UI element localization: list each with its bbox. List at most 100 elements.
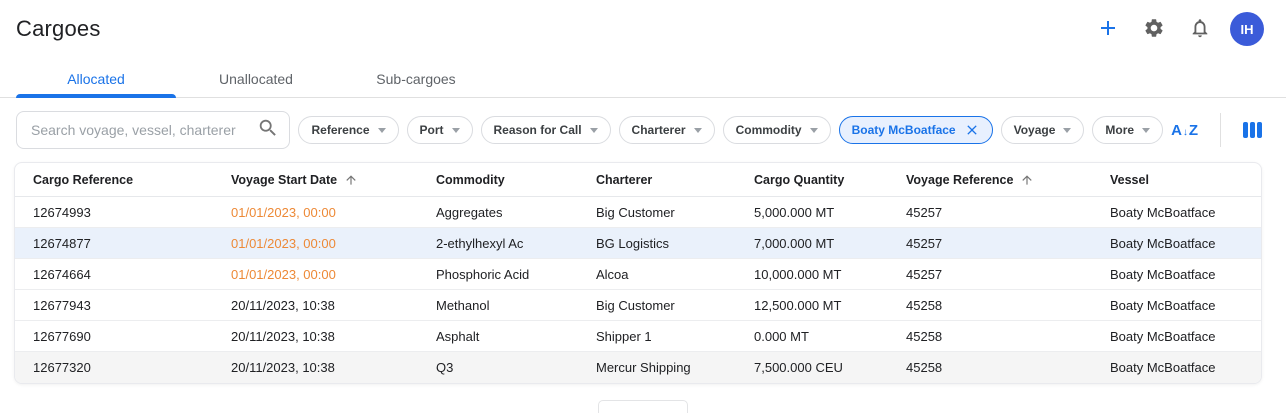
divider bbox=[1220, 113, 1221, 147]
cell-charterer: Big Customer bbox=[596, 205, 754, 220]
chevron-down-icon bbox=[452, 128, 460, 133]
column-header-voyage-start-date[interactable]: Voyage Start Date bbox=[231, 173, 436, 187]
table-row-selected[interactable]: 12674877 01/01/2023, 00:00 2-ethylhexyl … bbox=[15, 228, 1261, 259]
cell-vessel: Boaty McBoatface bbox=[1110, 236, 1261, 251]
load-more-button[interactable]: Load more bbox=[598, 400, 688, 413]
sort-arrow-down-icon: ↓ bbox=[1183, 128, 1188, 138]
tab-sub-cargoes[interactable]: Sub-cargoes bbox=[336, 61, 496, 97]
table-row[interactable]: 12677943 20/11/2023, 10:38 Methanol Big … bbox=[15, 290, 1261, 321]
filter-chip-label: Port bbox=[420, 123, 444, 137]
cell-voyage-start-date: 20/11/2023, 10:38 bbox=[231, 298, 436, 313]
column-header-vessel[interactable]: Vessel bbox=[1110, 173, 1261, 187]
cell-voyage-start-date: 01/01/2023, 00:00 bbox=[231, 205, 436, 220]
cell-cargo-quantity: 10,000.000 MT bbox=[754, 267, 906, 282]
app-bar: Cargoes IH bbox=[0, 0, 1286, 48]
filter-chip-voyage[interactable]: Voyage bbox=[1001, 116, 1085, 144]
cell-charterer: Shipper 1 bbox=[596, 329, 754, 344]
settings-button[interactable] bbox=[1138, 13, 1170, 45]
avatar[interactable]: IH bbox=[1230, 12, 1264, 46]
table-row[interactable]: 12674993 01/01/2023, 00:00 Aggregates Bi… bbox=[15, 197, 1261, 228]
cell-voyage-reference: 45257 bbox=[906, 205, 1110, 220]
cell-vessel: Boaty McBoatface bbox=[1110, 360, 1261, 375]
tab-bar: Allocated Unallocated Sub-cargoes bbox=[0, 61, 1286, 98]
cell-cargo-quantity: 5,000.000 MT bbox=[754, 205, 906, 220]
cell-voyage-reference: 45258 bbox=[906, 298, 1110, 313]
table-row[interactable]: 12677320 20/11/2023, 10:38 Q3 Mercur Shi… bbox=[15, 352, 1261, 383]
filter-chip-vessel-active[interactable]: Boaty McBoatface bbox=[839, 116, 993, 144]
cell-vessel: Boaty McBoatface bbox=[1110, 298, 1261, 313]
chevron-down-icon bbox=[590, 128, 598, 133]
cell-charterer: BG Logistics bbox=[596, 236, 754, 251]
load-more-container: Load more bbox=[0, 400, 1286, 413]
sort-az-button[interactable]: A↓Z bbox=[1171, 122, 1198, 138]
filter-chip-charterer[interactable]: Charterer bbox=[619, 116, 715, 144]
tab-unallocated[interactable]: Unallocated bbox=[176, 61, 336, 97]
cell-voyage-reference: 45257 bbox=[906, 267, 1110, 282]
cell-voyage-start-date: 20/11/2023, 10:38 bbox=[231, 329, 436, 344]
chevron-down-icon bbox=[1063, 128, 1071, 133]
cell-voyage-start-date: 01/01/2023, 00:00 bbox=[231, 236, 436, 251]
filter-chip-more[interactable]: More bbox=[1092, 116, 1163, 144]
cell-voyage-reference: 45258 bbox=[906, 360, 1110, 375]
cell-commodity: Methanol bbox=[436, 298, 596, 313]
cell-commodity: Phosphoric Acid bbox=[436, 267, 596, 282]
chevron-down-icon bbox=[810, 128, 818, 133]
add-button[interactable] bbox=[1092, 13, 1124, 45]
tab-allocated[interactable]: Allocated bbox=[16, 61, 176, 97]
cell-voyage-reference: 45257 bbox=[906, 236, 1110, 251]
sort-ascending-icon[interactable] bbox=[344, 173, 358, 187]
filter-chip-label: More bbox=[1105, 123, 1134, 137]
cell-voyage-start-date: 20/11/2023, 10:38 bbox=[231, 360, 436, 375]
chevron-down-icon bbox=[378, 128, 386, 133]
sort-az-icon: A bbox=[1171, 123, 1182, 138]
cell-vessel: Boaty McBoatface bbox=[1110, 267, 1261, 282]
cell-cargo-reference: 12674993 bbox=[33, 205, 231, 220]
filter-chip-label: Charterer bbox=[632, 123, 686, 137]
chevron-down-icon bbox=[694, 128, 702, 133]
cell-cargo-reference: 12677943 bbox=[33, 298, 231, 313]
filter-chip-label: Reason for Call bbox=[494, 123, 582, 137]
sort-ascending-icon[interactable] bbox=[1020, 173, 1034, 187]
column-header-commodity[interactable]: Commodity bbox=[436, 173, 596, 187]
sort-az-icon: Z bbox=[1189, 123, 1198, 138]
column-header-cargo-quantity[interactable]: Cargo Quantity bbox=[754, 173, 906, 187]
filter-bar: Reference Port Reason for Call Charterer… bbox=[0, 98, 1286, 159]
notifications-button[interactable] bbox=[1184, 13, 1216, 45]
bell-icon bbox=[1189, 17, 1211, 42]
plus-icon bbox=[1096, 16, 1120, 43]
table-row[interactable]: 12677690 20/11/2023, 10:38 Asphalt Shipp… bbox=[15, 321, 1261, 352]
column-header-charterer[interactable]: Charterer bbox=[596, 173, 754, 187]
cell-voyage-reference: 45258 bbox=[906, 329, 1110, 344]
columns-button[interactable] bbox=[1243, 122, 1262, 138]
cell-commodity: 2-ethylhexyl Ac bbox=[436, 236, 596, 251]
column-header-voyage-reference[interactable]: Voyage Reference bbox=[906, 173, 1110, 187]
close-icon[interactable] bbox=[964, 122, 980, 138]
cell-commodity: Q3 bbox=[436, 360, 596, 375]
filter-chip-reference[interactable]: Reference bbox=[298, 116, 398, 144]
cell-cargo-quantity: 0.000 MT bbox=[754, 329, 906, 344]
filter-chip-label: Reference bbox=[311, 123, 369, 137]
cell-cargo-reference: 12674877 bbox=[33, 236, 231, 251]
filter-chip-label: Boaty McBoatface bbox=[852, 123, 956, 137]
cell-cargo-quantity: 12,500.000 MT bbox=[754, 298, 906, 313]
cell-cargo-quantity: 7,000.000 MT bbox=[754, 236, 906, 251]
filter-chip-label: Voyage bbox=[1014, 123, 1056, 137]
chevron-down-icon bbox=[1142, 128, 1150, 133]
cell-voyage-start-date: 01/01/2023, 00:00 bbox=[231, 267, 436, 282]
cell-cargo-reference: 12674664 bbox=[33, 267, 231, 282]
filter-chip-commodity[interactable]: Commodity bbox=[723, 116, 831, 144]
search-box bbox=[16, 111, 290, 149]
filter-chip-label: Commodity bbox=[736, 123, 802, 137]
columns-icon bbox=[1243, 122, 1248, 138]
cargo-table: Cargo Reference Voyage Start Date Commod… bbox=[14, 162, 1262, 384]
search-icon bbox=[257, 117, 279, 144]
filter-chip-port[interactable]: Port bbox=[407, 116, 473, 144]
cell-commodity: Aggregates bbox=[436, 205, 596, 220]
cell-cargo-reference: 12677690 bbox=[33, 329, 231, 344]
cell-vessel: Boaty McBoatface bbox=[1110, 205, 1261, 220]
cell-cargo-reference: 12677320 bbox=[33, 360, 231, 375]
column-header-cargo-reference[interactable]: Cargo Reference bbox=[33, 173, 231, 187]
filter-chip-reason-for-call[interactable]: Reason for Call bbox=[481, 116, 611, 144]
table-row[interactable]: 12674664 01/01/2023, 00:00 Phosphoric Ac… bbox=[15, 259, 1261, 290]
search-input[interactable] bbox=[31, 122, 257, 138]
